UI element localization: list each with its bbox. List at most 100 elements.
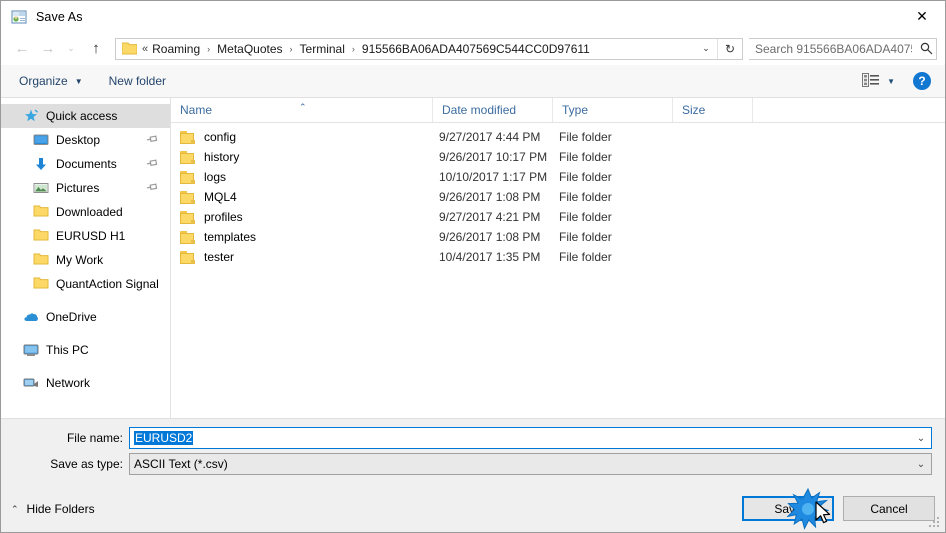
download-icon bbox=[33, 156, 49, 172]
sidebar-item-label: This PC bbox=[46, 343, 89, 357]
file-date-cell: 9/26/2017 1:08 PM bbox=[439, 230, 541, 244]
sidebar-item-documents[interactable]: Documents bbox=[1, 152, 170, 176]
file-name-cell: history bbox=[171, 147, 433, 167]
column-headers: Name ⌃ Date modified Type Size bbox=[171, 98, 945, 123]
file-type-cell: File folder bbox=[559, 150, 612, 164]
file-name-cell: MQL4 bbox=[171, 187, 433, 207]
file-name-label: profiles bbox=[204, 210, 243, 224]
sidebar-item-downloaded[interactable]: Downloaded bbox=[1, 200, 170, 224]
save-as-type-value: ASCII Text (*.csv) bbox=[134, 457, 228, 471]
pc-icon bbox=[23, 342, 39, 358]
sidebar-item-onedrive[interactable]: OneDrive bbox=[1, 305, 170, 329]
column-header-type[interactable]: Type bbox=[553, 98, 673, 122]
file-size-cell bbox=[673, 207, 753, 227]
chevron-down-icon[interactable]: ⌄ bbox=[911, 433, 931, 444]
cancel-button[interactable]: Cancel bbox=[843, 496, 935, 521]
sidebar-item-label: Documents bbox=[56, 157, 117, 171]
table-row[interactable]: logs 10/10/2017 1:17 PM File folder bbox=[171, 167, 945, 187]
up-button[interactable]: ↑ bbox=[83, 37, 109, 61]
file-size-cell bbox=[673, 147, 753, 167]
address-dropdown-icon[interactable]: ⌄ bbox=[695, 39, 717, 59]
file-name-label: tester bbox=[204, 250, 235, 264]
breadcrumb-item-roaming[interactable]: Roaming bbox=[150, 42, 202, 56]
recent-locations-button[interactable]: ⌄ bbox=[61, 37, 81, 61]
table-row[interactable]: MQL4 9/26/2017 1:08 PM File folder bbox=[171, 187, 945, 207]
resize-grip[interactable] bbox=[929, 517, 941, 529]
table-row[interactable]: templates 9/26/2017 1:08 PM File folder bbox=[171, 227, 945, 247]
sidebar-item-my-work[interactable]: My Work bbox=[1, 248, 170, 272]
column-header-size[interactable]: Size bbox=[673, 98, 753, 122]
column-header-name[interactable]: Name ⌃ bbox=[171, 98, 433, 122]
forward-button[interactable]: → bbox=[35, 37, 61, 61]
file-size-cell bbox=[673, 227, 753, 247]
table-row[interactable]: config 9/27/2017 4:44 PM File folder bbox=[171, 127, 945, 147]
sidebar-item-eurusd-h1[interactable]: EURUSD H1 bbox=[1, 224, 170, 248]
file-name-label: templates bbox=[204, 230, 257, 244]
sidebar-item-this-pc[interactable]: This PC bbox=[1, 338, 170, 362]
organize-button[interactable]: Organize ▼ bbox=[11, 69, 91, 93]
cloud-icon bbox=[23, 309, 39, 325]
column-header-date-modified[interactable]: Date modified bbox=[433, 98, 553, 122]
file-name-cell: profiles bbox=[171, 207, 433, 227]
file-name-label: MQL4 bbox=[204, 190, 237, 204]
table-row[interactable]: history 9/26/2017 10:17 PM File folder bbox=[171, 147, 945, 167]
hide-folders-button[interactable]: ⌃ Hide Folders bbox=[11, 502, 95, 516]
navigation-bar: ← → ⌄ ↑ « Roaming › MetaQuotes › Termina… bbox=[1, 32, 945, 65]
breadcrumb-overflow-icon[interactable]: « bbox=[142, 43, 150, 55]
help-button[interactable]: ? bbox=[913, 72, 931, 90]
chevron-right-icon: › bbox=[351, 43, 355, 54]
sidebar-item-quantaction-signal[interactable]: QuantAction Signal bbox=[1, 272, 170, 296]
monitor-icon bbox=[33, 132, 49, 148]
back-button[interactable]: ← bbox=[9, 37, 35, 61]
sidebar-item-label: My Work bbox=[56, 253, 104, 267]
search-input[interactable] bbox=[749, 41, 916, 56]
picture-icon bbox=[33, 180, 49, 196]
breadcrumb-item-guid[interactable]: 915566BA06ADA407569C544CC0D97611 bbox=[360, 42, 592, 56]
chevron-down-icon[interactable]: ⌄ bbox=[911, 459, 931, 470]
file-name-combobox[interactable]: EURUSD2 ⌄ bbox=[129, 427, 932, 449]
save-as-dialog: Save As ✕ ← → ⌄ ↑ « Roaming › MetaQuotes… bbox=[0, 0, 946, 533]
close-icon[interactable]: ✕ bbox=[899, 1, 945, 31]
sidebar-item-label: EURUSD H1 bbox=[56, 229, 126, 243]
breadcrumb-item-metaquotes[interactable]: MetaQuotes bbox=[215, 42, 284, 56]
file-date-cell: 10/4/2017 1:35 PM bbox=[439, 250, 541, 264]
save-button[interactable]: Save bbox=[742, 496, 834, 521]
folder-icon bbox=[33, 228, 49, 244]
folder-icon bbox=[121, 42, 138, 55]
table-row[interactable]: profiles 9/27/2017 4:21 PM File folder bbox=[171, 207, 945, 227]
sidebar-item-pictures[interactable]: Pictures bbox=[1, 176, 170, 200]
file-rows: config 9/27/2017 4:44 PM File folder his… bbox=[171, 123, 945, 267]
chevron-right-icon: › bbox=[289, 43, 293, 54]
file-size-cell bbox=[673, 167, 753, 187]
file-name-input[interactable]: EURUSD2 bbox=[130, 431, 911, 445]
star-icon bbox=[23, 108, 39, 124]
pin-icon[interactable] bbox=[144, 131, 161, 149]
pin-icon[interactable] bbox=[144, 179, 161, 197]
save-as-type-row: Save as type: ASCII Text (*.csv) ⌄ bbox=[1, 453, 932, 475]
chevron-right-icon: › bbox=[207, 43, 211, 54]
sidebar-item-network[interactable]: Network bbox=[1, 371, 170, 395]
change-view-button[interactable]: ▼ bbox=[858, 70, 899, 93]
file-name-cell: logs bbox=[171, 167, 433, 187]
folder-icon bbox=[33, 204, 49, 220]
address-bar[interactable]: « Roaming › MetaQuotes › Terminal › 9155… bbox=[115, 37, 743, 60]
organize-label: Organize bbox=[19, 74, 68, 88]
file-name-label: config bbox=[204, 130, 237, 144]
file-name-cell: tester bbox=[171, 247, 433, 267]
table-row[interactable]: tester 10/4/2017 1:35 PM File folder bbox=[171, 247, 945, 267]
pin-icon[interactable] bbox=[144, 155, 161, 173]
folder-icon bbox=[180, 210, 196, 224]
refresh-icon[interactable]: ↻ bbox=[718, 39, 742, 59]
save-as-type-combobox[interactable]: ASCII Text (*.csv) ⌄ bbox=[129, 453, 932, 475]
search-box[interactable] bbox=[749, 37, 937, 60]
new-folder-button[interactable]: New folder bbox=[101, 69, 174, 93]
sidebar-item-quick-access[interactable]: Quick access bbox=[1, 104, 170, 128]
breadcrumb-item-terminal[interactable]: Terminal bbox=[298, 42, 347, 56]
file-name-value: EURUSD2 bbox=[134, 431, 194, 445]
sidebar-item-label: Downloaded bbox=[56, 205, 123, 219]
folder-icon bbox=[180, 190, 196, 204]
sidebar-item-desktop[interactable]: Desktop bbox=[1, 128, 170, 152]
new-folder-label: New folder bbox=[108, 74, 166, 88]
file-name-cell: config bbox=[171, 127, 433, 147]
